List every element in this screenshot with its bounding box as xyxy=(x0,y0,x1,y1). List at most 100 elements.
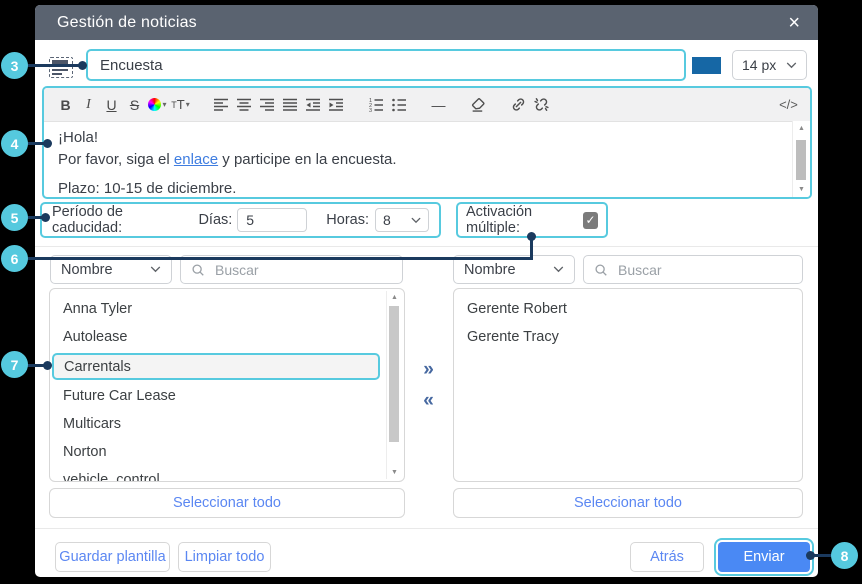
list-item[interactable]: vehicle_control xyxy=(50,466,404,482)
template-icon xyxy=(49,57,73,78)
font-size-select[interactable]: 14 px xyxy=(732,50,807,80)
multiple-activation-label: Activación múltiple: xyxy=(466,204,576,236)
days-label: Días: xyxy=(198,212,232,228)
list-item[interactable]: Multicars xyxy=(50,410,404,438)
editor-content[interactable]: ¡Hola! Por favor, siga el enlace y parti… xyxy=(44,122,810,199)
dialog-title: Gestión de noticias xyxy=(57,14,197,32)
editor-scrollbar[interactable]: ▲ ▼ xyxy=(792,121,810,197)
editor-line: ¡Hola! xyxy=(58,127,796,149)
editor-line: Por favor, siga el enlace y participe en… xyxy=(58,149,796,171)
search-icon xyxy=(594,263,608,277)
list-item[interactable]: Anna Tyler xyxy=(50,295,404,323)
big-t: T xyxy=(177,97,185,112)
send-button[interactable]: Enviar xyxy=(718,542,810,572)
source-list: Anna Tyler Autolease Carrentals Future C… xyxy=(49,288,405,482)
list-scrollbar[interactable]: ▲ ▼ xyxy=(386,291,402,479)
hours-value: 8 xyxy=(383,212,391,228)
callout-line-6h xyxy=(14,257,533,260)
svg-text:3: 3 xyxy=(369,108,372,113)
expiry-period-group: Período de caducidad: Días: Horas: 8 xyxy=(40,202,441,238)
editor-line: Plazo: 10-15 de diciembre. xyxy=(58,178,796,199)
divider xyxy=(35,246,818,247)
list-item[interactable]: Autolease xyxy=(50,323,404,351)
chevron-down-icon xyxy=(411,217,421,224)
template-icon-line2 xyxy=(52,73,62,75)
callout-6: 6 xyxy=(1,245,28,272)
scroll-down-icon[interactable]: ▼ xyxy=(793,186,810,193)
clear-all-button[interactable]: Limpiar todo xyxy=(178,542,271,572)
scroll-up-icon[interactable]: ▲ xyxy=(793,125,810,132)
justify-button[interactable] xyxy=(278,93,301,117)
chevron-down-icon xyxy=(150,266,161,273)
survey-link[interactable]: enlace xyxy=(174,151,218,168)
list-item[interactable]: Gerente Tracy xyxy=(454,323,802,351)
font-size-button[interactable]: TT▾ xyxy=(169,93,192,117)
indent-button[interactable] xyxy=(324,93,347,117)
chevron-down-icon xyxy=(786,62,797,69)
outdent-button[interactable] xyxy=(301,93,324,117)
dialog-header: Gestión de noticias × xyxy=(35,5,818,40)
caret-icon: ▾ xyxy=(186,100,190,109)
line2-before: Por favor, siga el xyxy=(58,151,174,168)
save-template-button[interactable]: Guardar plantilla xyxy=(55,542,170,572)
multiple-activation-checkbox[interactable]: ✓ xyxy=(583,212,598,229)
list-item-selected[interactable]: Carrentals xyxy=(52,353,380,380)
subject-input[interactable] xyxy=(86,49,686,81)
hours-select[interactable]: 8 xyxy=(375,208,429,232)
caret-icon: ▾ xyxy=(162,100,166,109)
callout-8: 8 xyxy=(831,542,858,569)
back-button[interactable]: Atrás xyxy=(630,542,704,572)
scroll-up-icon[interactable]: ▲ xyxy=(387,294,402,301)
callout-dot-6 xyxy=(527,232,536,241)
right-search-box xyxy=(583,255,803,284)
left-select-all-button[interactable]: Seleccionar todo xyxy=(49,488,405,518)
italic-button[interactable]: I xyxy=(77,93,100,117)
scroll-down-icon[interactable]: ▼ xyxy=(387,469,402,476)
left-search-input[interactable] xyxy=(213,261,392,279)
expiry-label: Período de caducidad: xyxy=(52,204,186,236)
editor-scroll-thumb[interactable] xyxy=(796,140,806,180)
callout-dot-3 xyxy=(78,61,87,70)
align-center-button[interactable] xyxy=(232,93,255,117)
list-scroll-thumb[interactable] xyxy=(389,306,399,442)
right-search-input[interactable] xyxy=(616,261,792,279)
callout-3: 3 xyxy=(1,52,28,79)
ordered-list-button[interactable]: 123 xyxy=(364,93,387,117)
move-left-button[interactable]: « xyxy=(413,389,443,413)
close-icon[interactable]: × xyxy=(788,13,800,33)
font-color-button[interactable]: ▾ xyxy=(146,93,169,117)
list-item[interactable]: Norton xyxy=(50,438,404,466)
link-button[interactable] xyxy=(507,93,530,117)
bold-button[interactable]: B xyxy=(54,93,77,117)
right-select-all-button[interactable]: Seleccionar todo xyxy=(453,488,803,518)
align-left-button[interactable] xyxy=(209,93,232,117)
callout-dot-7 xyxy=(43,361,52,370)
align-right-button[interactable] xyxy=(255,93,278,117)
move-right-button[interactable]: » xyxy=(413,358,443,382)
code-view-button[interactable]: </> xyxy=(777,93,800,117)
hours-label: Horas: xyxy=(326,212,369,228)
left-filter-value: Nombre xyxy=(61,262,113,278)
news-management-dialog: Gestión de noticias × 14 px B I U S ▾ TT… xyxy=(35,5,818,577)
line2-after: y participe en la encuesta. xyxy=(218,151,396,168)
strikethrough-button[interactable]: S xyxy=(123,93,146,117)
callout-4: 4 xyxy=(1,130,28,157)
list-item[interactable]: Future Car Lease xyxy=(50,382,404,410)
search-icon xyxy=(191,263,205,277)
callout-5: 5 xyxy=(1,204,28,231)
target-list: Gerente Robert Gerente Tracy xyxy=(453,288,803,482)
chevron-down-icon xyxy=(553,266,564,273)
underline-button[interactable]: U xyxy=(100,93,123,117)
message-editor: B I U S ▾ TT▾ 123 — </> ¡Hola! Por favor… xyxy=(42,86,812,199)
list-item[interactable]: Gerente Robert xyxy=(454,295,802,323)
unlink-button[interactable] xyxy=(530,93,553,117)
font-color-swatch[interactable] xyxy=(692,57,721,74)
right-filter-value: Nombre xyxy=(464,262,516,278)
horizontal-rule-button[interactable]: — xyxy=(427,93,450,117)
editor-toolbar: B I U S ▾ TT▾ 123 — </> xyxy=(44,88,810,122)
callout-dot-8 xyxy=(806,551,815,560)
days-input[interactable] xyxy=(237,208,307,232)
clear-format-button[interactable] xyxy=(467,93,490,117)
callout-7: 7 xyxy=(1,351,28,378)
bullet-list-button[interactable] xyxy=(387,93,410,117)
